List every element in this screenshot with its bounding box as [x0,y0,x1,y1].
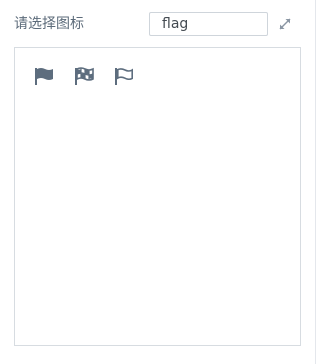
flag-outline-icon[interactable] [113,65,135,87]
picker-title: 请选择图标 [14,16,84,32]
icon-picker-panel: 请选择图标 [0,0,317,364]
icon-search-input[interactable] [149,12,268,36]
flag-checkered-icon[interactable] [73,65,95,87]
icon-results-grid [14,47,301,346]
flag-solid-icon[interactable] [33,65,55,87]
right-divider [315,0,316,364]
expand-icon[interactable] [277,16,293,32]
